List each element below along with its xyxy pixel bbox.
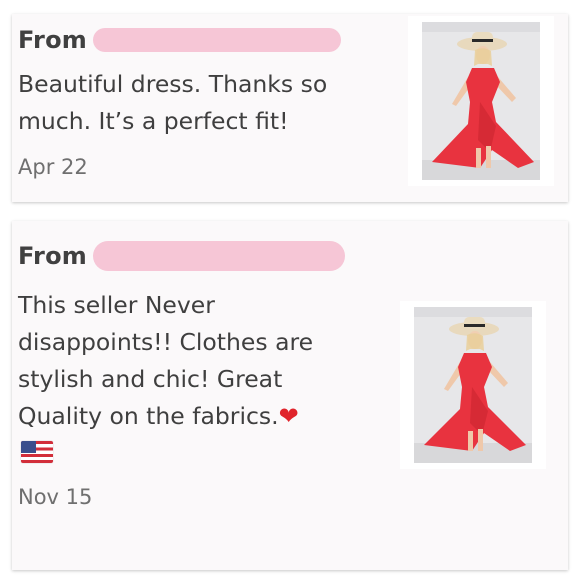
from-label: From <box>18 242 87 270</box>
review-message-text: This seller Never disappoints!! Clothes … <box>18 291 314 430</box>
redacted-username <box>93 28 341 52</box>
review-message: Beautiful dress. Thanks so much. It’s a … <box>18 70 328 135</box>
review-sender-row: From <box>18 241 345 271</box>
from-label: From <box>18 26 87 54</box>
review-photo[interactable] <box>408 16 554 186</box>
review-card: From Beautiful dress. Thanks so much. It… <box>12 14 568 202</box>
us-flag-icon <box>21 441 53 463</box>
review-message: This seller Never disappoints!! Clothes … <box>18 287 368 435</box>
review-date: Nov 15 <box>18 485 93 509</box>
review-sender-row: From <box>18 26 341 54</box>
heart-emoji: ❤ <box>278 402 299 430</box>
redacted-username <box>93 241 345 271</box>
red-dress-photo-icon <box>414 307 532 463</box>
review-date: Apr 22 <box>18 155 88 179</box>
red-dress-photo-icon <box>422 22 540 180</box>
review-photo[interactable] <box>400 301 546 469</box>
review-card: From This seller Never disappoints!! Clo… <box>12 221 568 570</box>
